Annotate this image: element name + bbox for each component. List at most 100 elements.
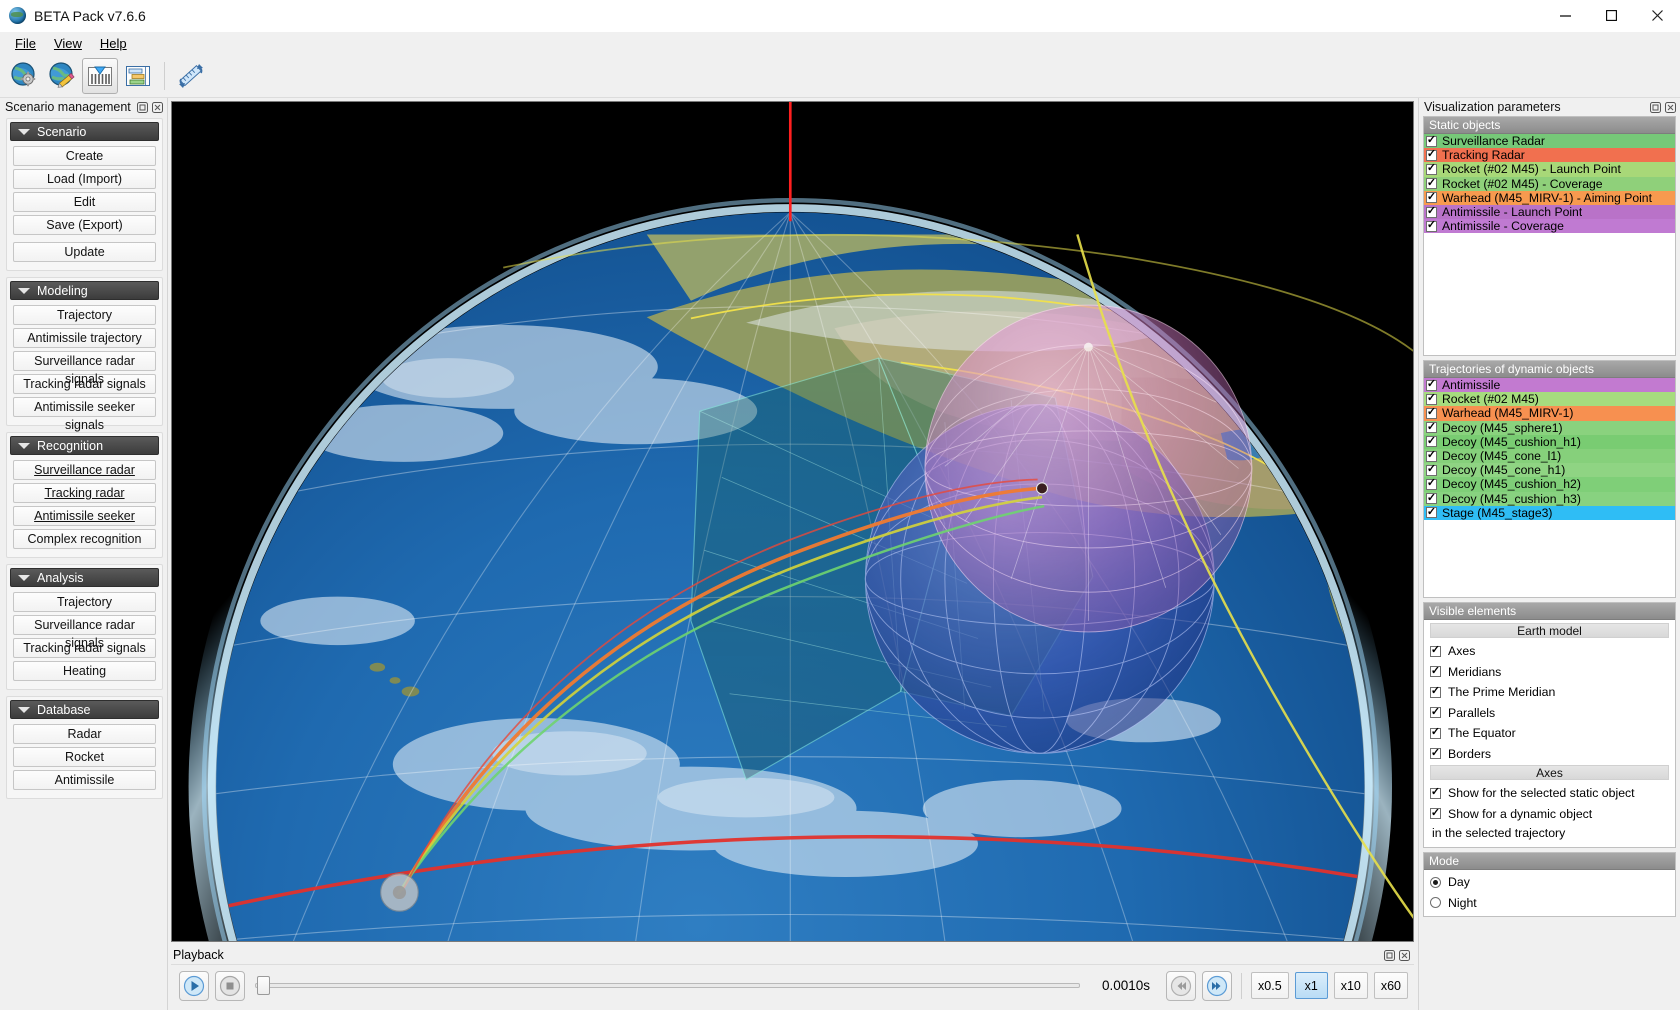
group-header-recognition[interactable]: Recognition [10, 436, 159, 455]
list-item[interactable]: Rocket (#02 M45) - Launch Point [1424, 162, 1675, 177]
menu-view[interactable]: View [45, 34, 91, 53]
list-item[interactable]: Antimissile - Launch Point [1424, 204, 1675, 220]
checkbox[interactable] [1426, 450, 1437, 462]
button-tracking-radar-signals[interactable]: Tracking radar signals [13, 638, 156, 658]
stop-button[interactable] [215, 970, 245, 1001]
checkbox[interactable] [1426, 379, 1437, 391]
button-tracking-radar[interactable]: Tracking radar [13, 483, 156, 503]
checkbox[interactable] [1426, 149, 1437, 161]
minimize-button[interactable] [1542, 0, 1588, 32]
speed-x10-button[interactable]: x10 [1333, 972, 1368, 999]
list-item[interactable]: Stage (M45_stage3) [1424, 505, 1675, 520]
menu-file[interactable]: File [6, 34, 45, 53]
button-radar[interactable]: Radar [13, 724, 156, 744]
playback-slider-thumb[interactable] [257, 976, 270, 995]
button-create[interactable]: Create [13, 146, 156, 166]
checkbox[interactable] [1430, 727, 1441, 739]
speed-x1-button[interactable]: x1 [1294, 972, 1328, 999]
globe-edit-icon-button[interactable] [44, 58, 80, 94]
checkbox[interactable] [1426, 464, 1437, 476]
button-surveillance-radar-signals[interactable]: Surveillance radar signals [13, 351, 156, 386]
checkbox[interactable] [1430, 666, 1441, 678]
group-header-analysis[interactable]: Analysis [10, 568, 159, 587]
checkbox-row[interactable]: Show for the selected static object [1424, 783, 1675, 804]
menu-help[interactable]: Help [91, 34, 136, 53]
checkbox[interactable] [1430, 748, 1441, 760]
playback-slider[interactable] [255, 971, 1081, 1001]
signal-chart-icon-button[interactable] [82, 57, 118, 94]
list-item[interactable]: Decoy (M45_cushion_h3) [1424, 491, 1675, 506]
checkbox[interactable] [1426, 206, 1437, 218]
checkbox-row[interactable]: Show for a dynamic object [1424, 804, 1675, 825]
button-trajectory[interactable]: Trajectory [13, 305, 156, 325]
checkbox[interactable] [1426, 407, 1437, 419]
close-icon[interactable] [151, 101, 164, 114]
checkbox-row[interactable]: Borders [1424, 744, 1675, 765]
button-surveillance-radar[interactable]: Surveillance radar [13, 460, 156, 480]
list-item[interactable]: Warhead (M45_MIRV-1) - Aiming Point [1424, 190, 1675, 205]
playback-float-icon[interactable] [1383, 949, 1396, 962]
button-surveillance-radar-signals[interactable]: Surveillance radar signals [13, 615, 156, 650]
button-tracking-radar-signals[interactable]: Tracking radar signals [13, 374, 156, 394]
checkbox[interactable] [1426, 220, 1437, 232]
list-item[interactable]: Decoy (M45_cone_l1) [1424, 448, 1675, 464]
list-item[interactable]: Rocket (#02 M45) [1424, 392, 1675, 407]
list-item[interactable]: Warhead (M45_MIRV-1) [1424, 406, 1675, 421]
button-heating[interactable]: Heating [13, 661, 156, 681]
group-header-scenario[interactable]: Scenario [10, 122, 159, 141]
checkbox[interactable] [1426, 422, 1437, 434]
float-icon[interactable] [136, 101, 149, 114]
checkbox[interactable] [1426, 493, 1437, 505]
checkbox[interactable] [1426, 192, 1437, 204]
speed-x60-button[interactable]: x60 [1373, 972, 1408, 999]
step-forward-button[interactable] [1202, 970, 1233, 1001]
button-antimissile-seeker-signals[interactable]: Antimissile seeker signals [13, 397, 156, 432]
checkbox[interactable] [1426, 436, 1437, 448]
button-antimissile-trajectory[interactable]: Antimissile trajectory [13, 328, 156, 348]
checkbox[interactable] [1426, 393, 1437, 405]
list-item[interactable]: Tracking Radar [1424, 148, 1675, 163]
checkbox[interactable] [1430, 645, 1441, 657]
radio-button[interactable] [1430, 897, 1441, 909]
radio-button[interactable] [1430, 876, 1441, 888]
group-header-database[interactable]: Database [10, 700, 159, 719]
close-button[interactable] [1634, 0, 1680, 32]
checkbox[interactable] [1430, 808, 1441, 820]
checkbox[interactable] [1426, 178, 1437, 190]
checkbox[interactable] [1426, 163, 1437, 175]
button-antimissile-seeker[interactable]: Antimissile seeker [13, 506, 156, 526]
checkbox-row[interactable]: Meridians [1424, 662, 1675, 683]
checkbox[interactable] [1426, 507, 1437, 519]
button-edit[interactable]: Edit [13, 192, 156, 212]
checkbox-row[interactable]: The Prime Meridian [1424, 682, 1675, 703]
checkbox[interactable] [1426, 478, 1437, 490]
radio-row-night[interactable]: Night [1424, 893, 1675, 914]
speed-x0.5-button[interactable]: x0.5 [1251, 972, 1289, 999]
button-antimissile[interactable]: Antimissile [13, 770, 156, 790]
checkbox[interactable] [1430, 787, 1441, 799]
list-item[interactable]: Decoy (M45_cushion_h2) [1424, 477, 1675, 492]
list-item[interactable]: Antimissile - Coverage [1424, 219, 1675, 234]
list-item[interactable]: Decoy (M45_cone_h1) [1424, 463, 1675, 478]
play-button[interactable] [179, 970, 209, 1001]
button-trajectory[interactable]: Trajectory [13, 592, 156, 612]
ruler-sync-icon-button[interactable] [173, 58, 209, 94]
static-objects-list[interactable]: Surveillance RadarTracking RadarRocket (… [1424, 134, 1675, 355]
group-header-modeling[interactable]: Modeling [10, 281, 159, 300]
viz-float-icon[interactable] [1649, 101, 1662, 114]
list-item[interactable]: Decoy (M45_sphere1) [1424, 420, 1675, 435]
button-rocket[interactable]: Rocket [13, 747, 156, 767]
checkbox[interactable] [1430, 686, 1441, 698]
list-item[interactable]: Rocket (#02 M45) - Coverage [1424, 176, 1675, 191]
checkbox[interactable] [1426, 135, 1437, 147]
button-load-import[interactable]: Load (Import) [13, 169, 156, 189]
checkbox-row[interactable]: Parallels [1424, 703, 1675, 724]
checkbox-row[interactable]: Axes [1424, 641, 1675, 662]
timeline-icon-button[interactable] [120, 58, 156, 94]
list-item[interactable]: Antimissile [1424, 378, 1675, 393]
maximize-button[interactable] [1588, 0, 1634, 32]
button-update[interactable]: Update [13, 242, 156, 262]
button-complex-recognition[interactable]: Complex recognition [13, 529, 156, 549]
trajectories-list[interactable]: AntimissileRocket (#02 M45)Warhead (M45_… [1424, 378, 1675, 597]
list-item[interactable]: Decoy (M45_cushion_h1) [1424, 434, 1675, 449]
